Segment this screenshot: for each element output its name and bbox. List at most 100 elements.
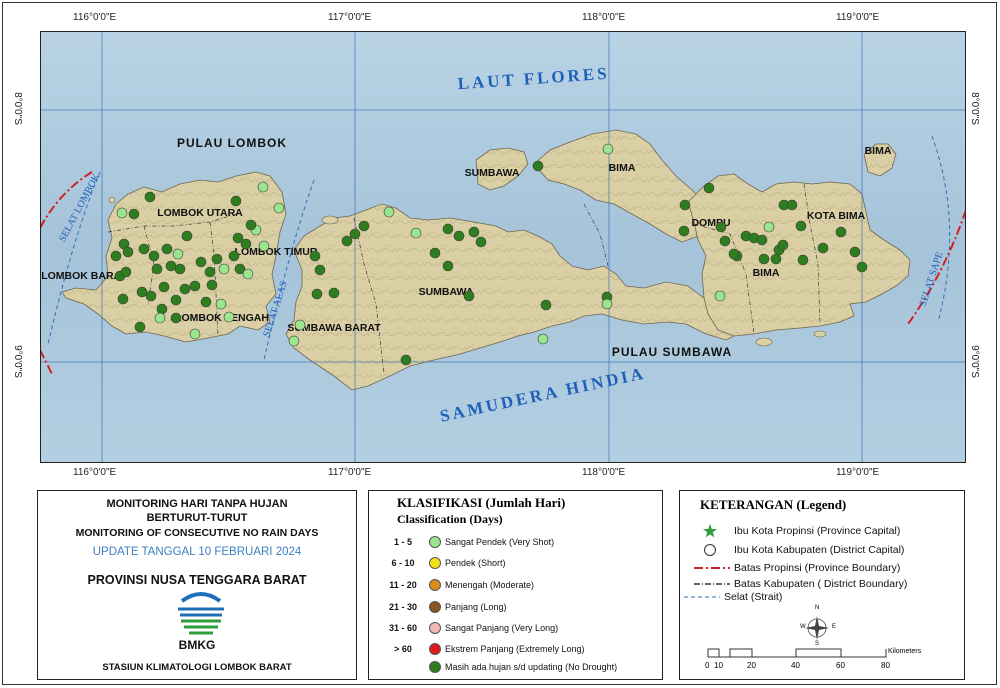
station-no-drought xyxy=(328,287,340,299)
region-label-lombok-tengah: LOMBOK TENGAH xyxy=(175,312,269,324)
station-very-short xyxy=(601,298,613,310)
station-no-drought xyxy=(144,191,156,203)
station-no-drought xyxy=(400,354,412,366)
classification-swatch-icon xyxy=(429,536,441,548)
station-no-drought xyxy=(311,288,323,300)
legend-item-province-capital: Ibu Kota Propinsi (Province Capital) xyxy=(690,524,900,538)
station-very-short xyxy=(189,328,201,340)
station-no-drought xyxy=(429,247,441,259)
station-very-short xyxy=(116,207,128,219)
classification-label: Panjang (Long) xyxy=(445,602,507,612)
scale-tick: 40 xyxy=(791,661,800,670)
islet xyxy=(755,337,773,347)
lon-label-bottom-2: 117°0'0"E xyxy=(328,467,372,478)
classification-label: Ekstrem Panjang (Extremely Long) xyxy=(445,644,585,654)
station-no-drought xyxy=(770,253,782,265)
station-name: STASIUN KLIMATOLOGI LOMBOK BARAT xyxy=(102,662,292,673)
station-no-drought xyxy=(719,235,731,247)
station-no-drought xyxy=(120,266,132,278)
lon-label-top-4: 119°0'0"E xyxy=(836,12,880,23)
station-very-short xyxy=(257,181,269,193)
classification-label: Sangat Panjang (Very Long) xyxy=(445,623,559,633)
classification-item: > 60 Ekstrem Panjang (Extremely Long) xyxy=(377,643,585,655)
station-no-drought xyxy=(145,290,157,302)
classification-swatch-icon xyxy=(429,643,441,655)
station-no-drought xyxy=(148,250,160,262)
scale-tick: 20 xyxy=(747,661,756,670)
station-no-drought xyxy=(174,263,186,275)
lon-label-bottom-4: 119°0'0"E xyxy=(836,467,880,478)
station-no-drought xyxy=(151,263,163,275)
classification-label: Pendek (Short) xyxy=(445,558,506,568)
map-frame: 116°0'0"E 117°0'0"E 118°0'0"E 119°0'0"E … xyxy=(2,2,997,685)
legend-item-province-boundary: Batas Propinsi (Province Boundary) xyxy=(690,561,900,575)
station-no-drought xyxy=(309,250,321,262)
legend-title: KETERANGAN (Legend) xyxy=(700,497,847,512)
station-no-drought xyxy=(179,283,191,295)
legend-item-strait: Selat (Strait) xyxy=(680,590,782,604)
classification-item: 21 - 30 Panjang (Long) xyxy=(377,601,507,613)
station-no-drought xyxy=(468,226,480,238)
province-boundary-icon xyxy=(690,561,730,575)
station-very-short xyxy=(383,206,395,218)
scale-tick: 60 xyxy=(836,661,845,670)
station-no-drought xyxy=(245,219,257,231)
lat-label-left-2: 9°0'0"S xyxy=(11,345,23,378)
station-no-drought xyxy=(835,226,847,238)
station-no-drought xyxy=(161,243,173,255)
station-no-drought xyxy=(136,286,148,298)
lon-label-bottom-1: 116°0'0"E xyxy=(73,467,117,478)
legend-label: Batas Propinsi (Province Boundary) xyxy=(734,562,901,574)
region-label-bima-north: BIMA xyxy=(609,162,636,174)
station-very-short xyxy=(215,298,227,310)
region-label-sumbawa-north: SUMBAWA xyxy=(465,167,520,179)
station-no-drought xyxy=(777,239,789,251)
station-no-drought xyxy=(679,199,691,211)
region-label-lombok-barat: LOMBOK BARAT xyxy=(41,270,127,282)
compass-w: W xyxy=(800,624,806,630)
station-no-drought xyxy=(817,242,829,254)
region-label-bima-island: BIMA xyxy=(865,145,892,157)
title-en: MONITORING OF CONSECUTIVE NO RAIN DAYS xyxy=(75,527,319,539)
classification-item: 6 - 10 Pendek (Short) xyxy=(377,557,506,569)
station-no-drought xyxy=(156,303,168,315)
legend-label: Ibu Kota Kabupaten (District Capital) xyxy=(734,544,905,556)
station-no-drought xyxy=(358,220,370,232)
bmkg-logo xyxy=(178,592,224,635)
station-no-drought xyxy=(165,260,177,272)
station-very-short xyxy=(273,202,285,214)
classification-range: 31 - 60 xyxy=(388,623,418,633)
station-no-drought xyxy=(463,290,475,302)
district-boundary-icon xyxy=(690,577,730,591)
station-very-short xyxy=(172,248,184,260)
station-no-drought xyxy=(200,296,212,308)
map-svg: LAUT FLORES SAMUDERA HINDIA PULAU LOMBOK… xyxy=(41,32,965,462)
region-label-kota-bima: KOTA BIMA xyxy=(807,210,866,222)
classification-item: 1 - 5 Sangat Pendek (Very Shot) xyxy=(377,536,554,548)
station-no-drought xyxy=(204,266,216,278)
legend-item-district-capital: Ibu Kota Kabupaten (District Capital) xyxy=(690,543,904,557)
station-no-drought xyxy=(475,236,487,248)
scale-tick: 80 xyxy=(881,661,890,670)
classification-panel: KLASIFIKASI (Jumlah Hari) Classification… xyxy=(368,490,663,680)
classification-swatch-icon xyxy=(429,557,441,569)
legend-item-district-boundary: Batas Kabupaten ( District Boundary) xyxy=(690,577,907,591)
station-no-drought xyxy=(110,250,122,262)
station-no-drought xyxy=(314,264,326,276)
station-very-short xyxy=(288,335,300,347)
station-no-drought xyxy=(442,260,454,272)
station-no-drought xyxy=(206,279,218,291)
station-no-drought xyxy=(678,225,690,237)
station-no-drought xyxy=(117,293,129,305)
map-canvas: LAUT FLORES SAMUDERA HINDIA PULAU LOMBOK… xyxy=(40,31,966,463)
station-no-drought xyxy=(856,261,868,273)
classification-item: Masih ada hujan s/d updating (No Drought… xyxy=(377,661,617,673)
classification-swatch-icon xyxy=(429,622,441,634)
station-no-drought xyxy=(181,230,193,242)
classification-title: KLASIFIKASI (Jumlah Hari) xyxy=(397,495,566,510)
station-no-drought xyxy=(341,235,353,247)
classification-range: 11 - 20 xyxy=(389,580,417,590)
legend-panel: KETERANGAN (Legend) Ibu Kota Propinsi (P… xyxy=(679,490,965,680)
station-very-short xyxy=(410,227,422,239)
station-no-drought xyxy=(795,220,807,232)
